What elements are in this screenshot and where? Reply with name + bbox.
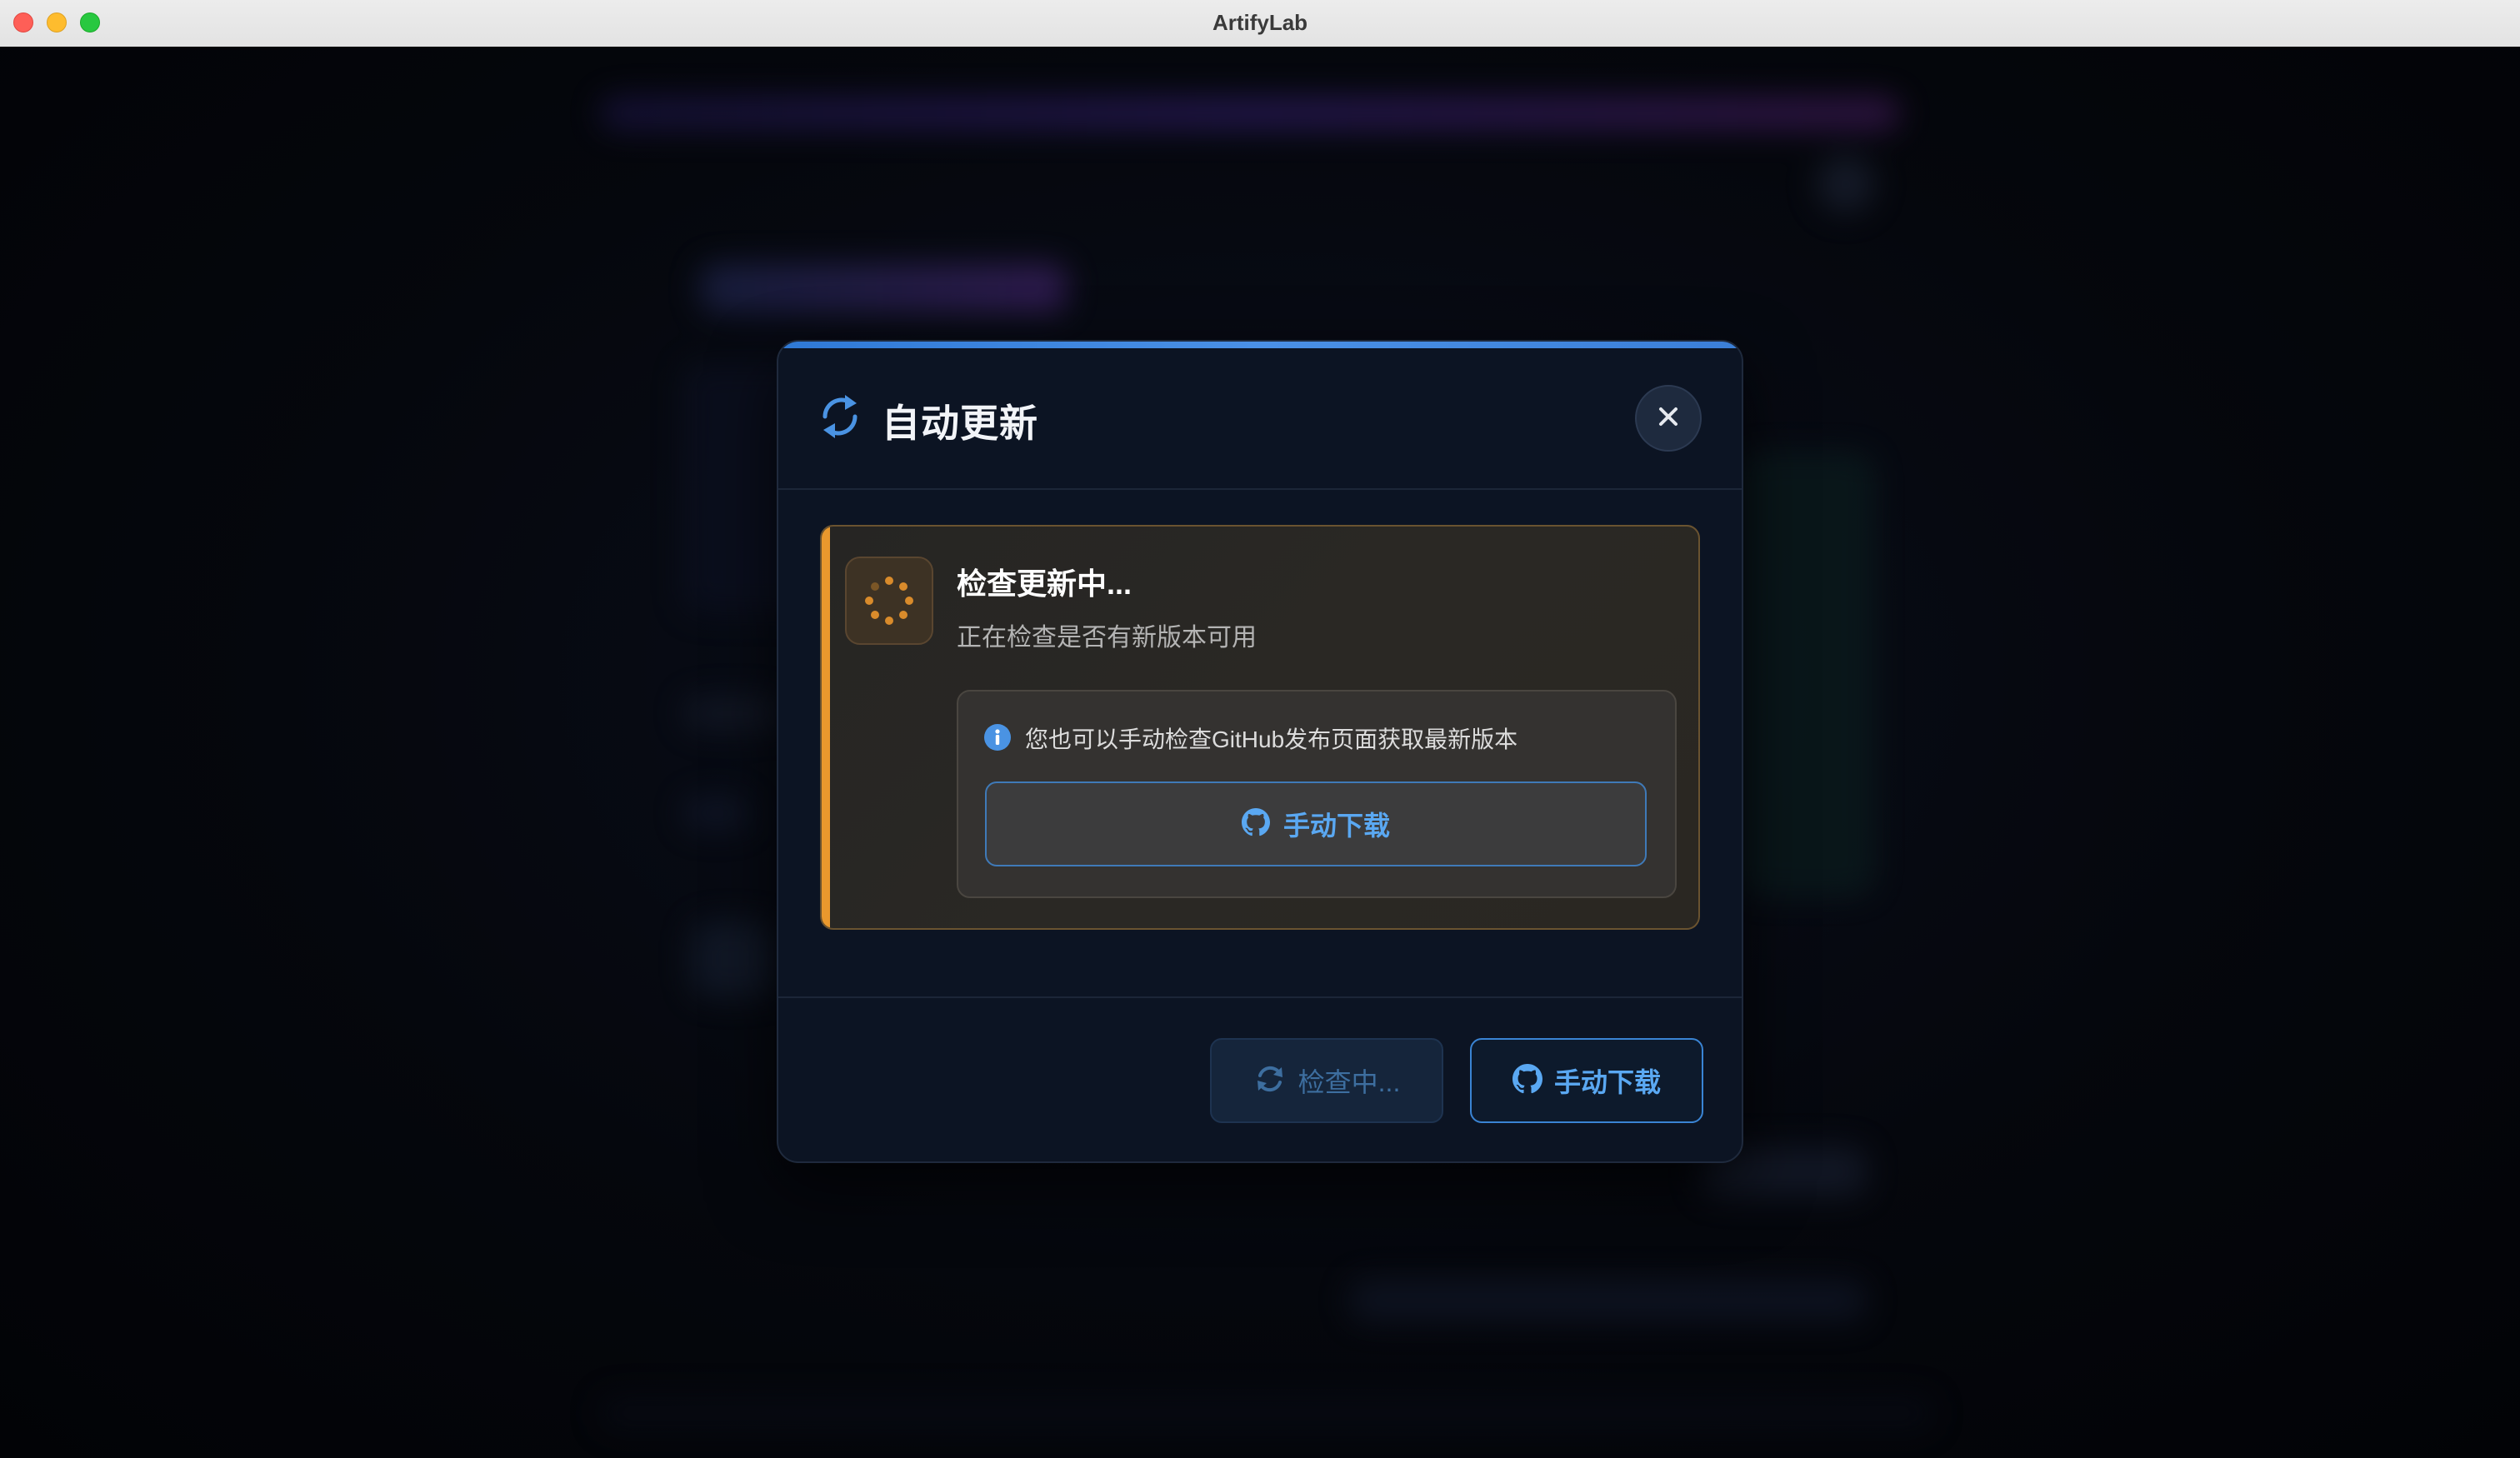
status-title: 检查更新中...: [957, 567, 1132, 601]
dialog-footer: 检查中... 手动下载: [778, 996, 1742, 1161]
update-status-card: 检查更新中... 正在检查是否有新版本可用 您也可以手动检查GitHub发布页面…: [820, 525, 1700, 930]
app-window: ArtifyLab 自动更新 检查更新中... 正在检查是否有新版本可用 您也可…: [0, 0, 2520, 1458]
github-icon: [1512, 1063, 1542, 1098]
checking-label: 检查中...: [1298, 1067, 1401, 1097]
status-description: 正在检查是否有新版本可用: [957, 624, 1257, 652]
dialog-header: 自动更新: [778, 348, 1742, 490]
refresh-icon: [1253, 1062, 1287, 1100]
footer-download-button[interactable]: 手动下载: [1470, 1038, 1703, 1123]
info-text: 您也可以手动检查GitHub发布页面获取最新版本: [1025, 727, 1518, 752]
close-button[interactable]: [1635, 385, 1702, 452]
status-accent-bar: [822, 527, 830, 928]
manual-check-info-box: 您也可以手动检查GitHub发布页面获取最新版本 手动下载: [957, 690, 1677, 898]
dialog-title: 自动更新: [882, 402, 1038, 445]
checking-button[interactable]: 检查中...: [1210, 1038, 1443, 1123]
manual-download-label: 手动下载: [1282, 811, 1390, 841]
title-bar: ArtifyLab: [0, 0, 2520, 47]
sync-icon: [818, 392, 862, 442]
info-icon: [983, 723, 1012, 751]
close-icon: [1657, 405, 1680, 432]
github-icon: [1241, 807, 1270, 841]
loading-spinner-icon: [847, 577, 932, 647]
window-title: ArtifyLab: [1212, 10, 1308, 35]
dialog-accent-bar: [778, 342, 1742, 348]
manual-download-button[interactable]: 手动下载: [985, 781, 1647, 866]
footer-download-label: 手动下载: [1553, 1067, 1661, 1097]
update-dialog: 自动更新 检查更新中... 正在检查是否有新版本可用 您也可以手动检查GitHu…: [777, 340, 1743, 1163]
status-icon-box: [845, 557, 933, 645]
